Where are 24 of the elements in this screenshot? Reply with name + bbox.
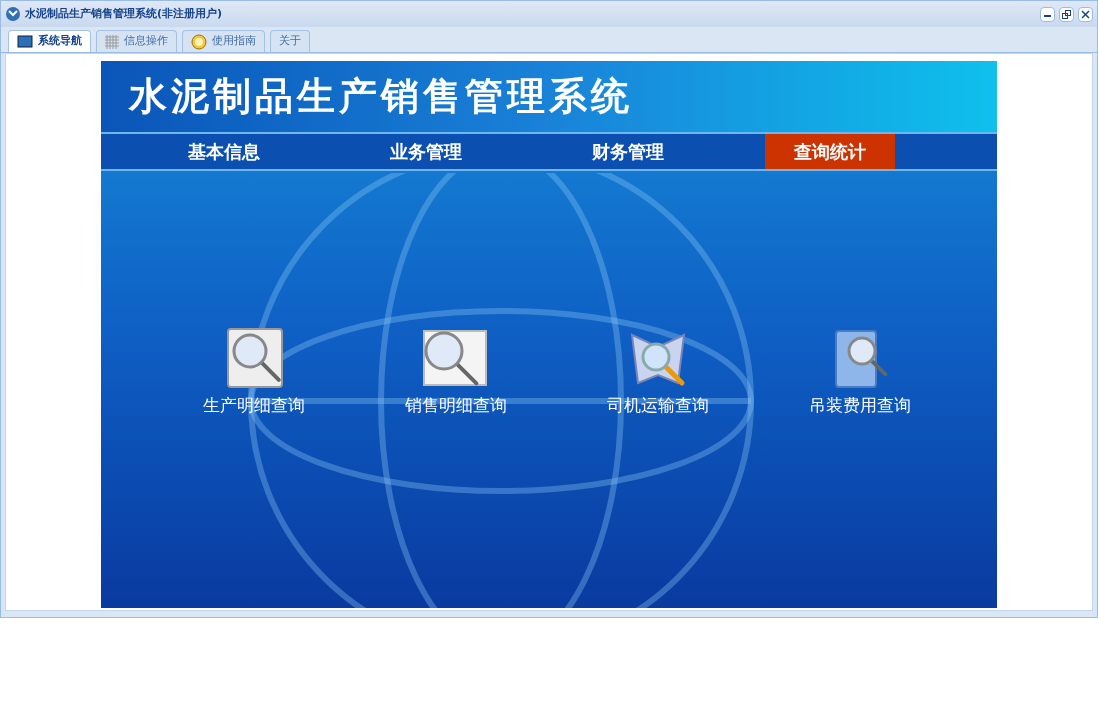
restore-icon [1062,9,1071,19]
grid-icon [105,34,119,49]
tab[interactable]: 使用指南 [182,30,265,52]
window-title: 水泥制品生产销售管理系统(非注册用户) [25,5,224,22]
restore-button[interactable] [1059,6,1074,22]
close-icon [1081,9,1090,19]
tab[interactable]: 信息操作 [96,30,177,52]
app-logo-icon [5,6,21,22]
files-magnifier-icon [832,327,888,391]
query-shortcut[interactable]: 销售明细查询 [391,327,521,419]
menu-item[interactable]: 基本信息 [159,134,289,169]
menu-item[interactable]: 查询统计 [765,134,895,169]
tab[interactable]: 系统导航 [8,30,91,52]
tab[interactable]: 关于 [270,30,310,52]
menu-item[interactable]: 业务管理 [361,134,491,169]
monitor-icon [17,34,33,49]
minimize-button[interactable] [1040,6,1055,22]
query-shortcut[interactable]: 吊装费用查询 [795,327,925,419]
menu-item[interactable]: 财务管理 [563,134,693,169]
query-shortcut[interactable]: 司机运输查询 [593,327,723,419]
close-button[interactable] [1078,6,1093,22]
banner-title: 水泥制品生产销售管理系统 [129,73,633,120]
query-shortcut[interactable]: 生产明细查询 [189,327,319,419]
help-icon [191,33,207,50]
